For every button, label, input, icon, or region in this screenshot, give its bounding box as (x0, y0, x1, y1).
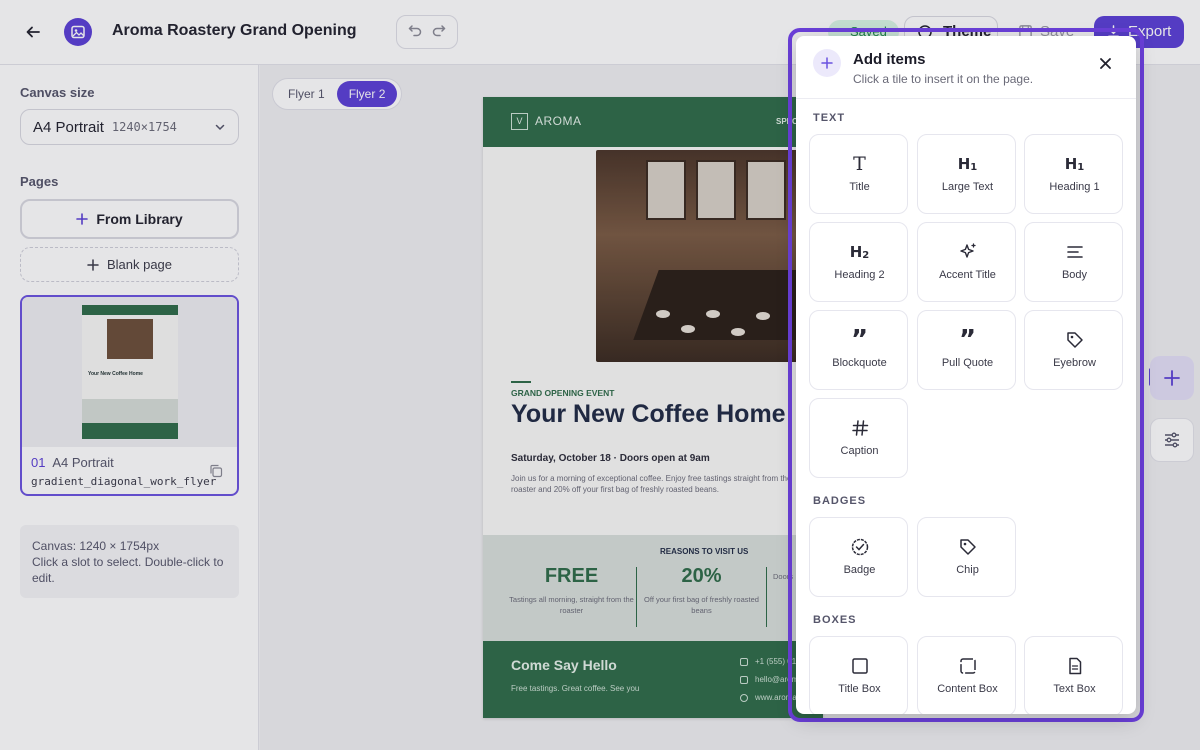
square-icon (810, 654, 909, 678)
tile-title[interactable]: T Title (809, 134, 908, 214)
square-dashed-icon (918, 654, 1017, 678)
badge-check-icon (810, 535, 909, 559)
heading-2-icon: H2 (849, 243, 870, 261)
panel-subtitle: Click a tile to insert it on the page. (853, 72, 1034, 86)
tile-label: Badge (843, 564, 876, 576)
tile-label: Text Box (1053, 683, 1096, 695)
tile-accent-title[interactable]: Accent Title (917, 222, 1016, 302)
title-icon: T (853, 153, 866, 175)
tile-label: Body (1061, 269, 1088, 281)
tile-blockquote[interactable]: ” Blockquote (809, 310, 908, 390)
tile-caption[interactable]: Caption (809, 398, 908, 478)
file-text-icon (1025, 654, 1124, 678)
quote-icon: ” (850, 325, 869, 355)
tile-label: Title (849, 181, 870, 193)
group-label-boxes: BOXES (813, 614, 857, 626)
add-items-panel: Add items Click a tile to insert it on t… (796, 36, 1136, 714)
panel-plus-badge (813, 49, 841, 77)
tile-label: Chip (956, 564, 979, 576)
tile-label: Heading 1 (1049, 181, 1100, 193)
tile-label: Title Box (838, 683, 881, 695)
group-label-text: TEXT (813, 112, 846, 124)
panel-title: Add items (853, 51, 926, 68)
tile-heading-1[interactable]: H1 Heading 1 (1024, 134, 1123, 214)
tile-label: Eyebrow (1053, 357, 1096, 369)
tile-label: Accent Title (939, 269, 996, 281)
tile-large-text[interactable]: H1 Large Text (917, 134, 1016, 214)
tile-chip[interactable]: Chip (917, 517, 1016, 597)
tile-label: Large Text (941, 181, 994, 193)
group-label-badges: BADGES (813, 495, 867, 507)
tile-pull-quote[interactable]: ” Pull Quote (917, 310, 1016, 390)
tag-icon (918, 535, 1017, 559)
hash-icon (810, 416, 909, 440)
tile-label: Caption (840, 445, 879, 457)
tile-badge[interactable]: Badge (809, 517, 908, 597)
sparkles-icon (918, 240, 1017, 264)
tile-title-box[interactable]: Title Box (809, 636, 908, 714)
tile-body[interactable]: Body (1024, 222, 1123, 302)
plus-icon (821, 57, 833, 69)
tile-content-box[interactable]: Content Box (917, 636, 1016, 714)
tile-label: Blockquote (832, 357, 887, 369)
panel-header: Add items Click a tile to insert it on t… (796, 36, 1136, 99)
close-icon (1099, 57, 1111, 69)
tile-label: Heading 2 (834, 269, 885, 281)
tag-icon (1025, 328, 1124, 352)
tile-heading-2[interactable]: H2 Heading 2 (809, 222, 908, 302)
quote-icon: ” (958, 325, 977, 355)
align-left-icon (1025, 240, 1124, 264)
heading-icon: H1 (957, 155, 978, 173)
close-panel-button[interactable] (1096, 54, 1114, 72)
tile-eyebrow[interactable]: Eyebrow (1024, 310, 1123, 390)
tile-label: Content Box (937, 683, 998, 695)
tile-label: Pull Quote (941, 357, 994, 369)
heading-1-icon: H1 (1064, 155, 1085, 173)
tile-text-box[interactable]: Text Box (1024, 636, 1123, 714)
